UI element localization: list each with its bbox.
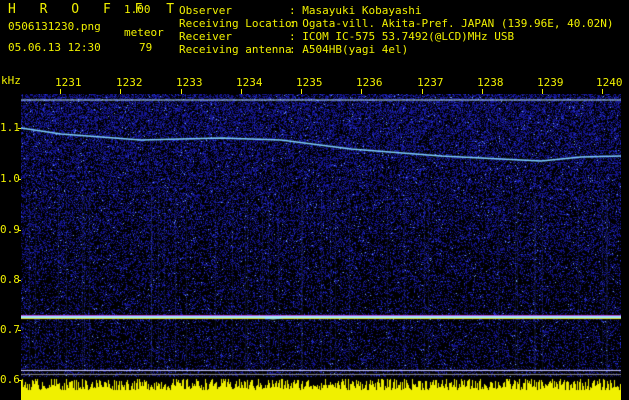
location-key: Receiving Location [179, 17, 299, 30]
location-value: : Ogata-vill. Akita-Pref. JAPAN (139.96E… [289, 17, 614, 30]
y-label-1.0: 1.0 [0, 172, 20, 185]
x-tick-1233: 1233 [176, 76, 203, 89]
antenna-value: : A504HB(yagi 4el) [289, 43, 409, 56]
y-label-0.7: 0.7 [0, 323, 20, 336]
meteor-label: meteor [124, 26, 164, 39]
spectrogram-canvas [21, 94, 621, 400]
x-tick-1231: 1231 [55, 76, 82, 89]
y-label-0.8: 0.8 [0, 273, 20, 286]
location-row: Receiving Location: Ogata-vill. Akita-Pr… [179, 17, 614, 30]
y-label-1.1: 1.1 [0, 121, 20, 134]
receiver-row: Receiver : ICOM IC-575 53.7492(@LCD)MHz U… [179, 30, 614, 43]
antenna-key: Receiving antenna [179, 43, 292, 56]
antenna-row: Receiving antenna: A504HB(yagi 4el) [179, 43, 614, 56]
meteor-count: 79 [139, 41, 153, 54]
y-unit-label: kHz [1, 74, 21, 87]
app-brand: H R O F F T [8, 2, 183, 17]
app-version: 1.00 [124, 3, 151, 16]
observation-datetime: 05.06.13 12:30 [8, 41, 101, 54]
header-panel: H R O F F T 1.00 0506131230.png meteor 0… [0, 0, 629, 76]
observer-value: : Masayuki Kobayashi [289, 4, 422, 17]
x-tick-1235: 1235 [296, 76, 323, 89]
x-tick-1240: 1240 [596, 76, 623, 89]
y-label-0.9: 0.9 [0, 223, 20, 236]
x-tick-1236: 1236 [356, 76, 383, 89]
x-tick-1234: 1234 [236, 76, 263, 89]
x-tick-1237: 1237 [417, 76, 444, 89]
image-filename: 0506131230.png [8, 20, 101, 33]
x-tick-1232: 1232 [116, 76, 143, 89]
observer-key: Observer [179, 4, 232, 17]
x-tick-1238: 1238 [477, 76, 504, 89]
time-axis: kHz 1231 1232 1233 1234 1235 1236 1237 1… [0, 74, 629, 94]
receiver-key: Receiver [179, 30, 232, 43]
x-tick-1239: 1239 [537, 76, 564, 89]
receiver-value: : ICOM IC-575 53.7492(@LCD)MHz USB [289, 30, 515, 43]
station-info: Observer : Masayuki Kobayashi Receiving L… [179, 4, 614, 56]
y-label-0.6: 0.6 [0, 373, 20, 386]
observer-row: Observer : Masayuki Kobayashi [179, 4, 614, 17]
